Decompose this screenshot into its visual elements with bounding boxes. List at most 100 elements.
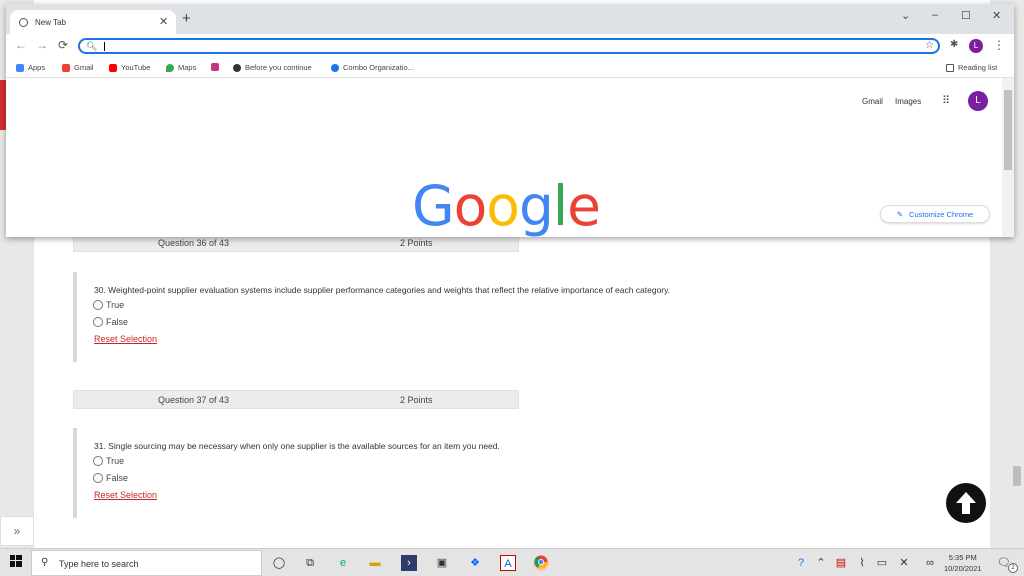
profile-avatar[interactable]: L bbox=[969, 39, 983, 53]
logo-letter: o bbox=[453, 174, 488, 237]
customize-chrome-label: Customize Chrome bbox=[909, 209, 974, 219]
terminal-icon[interactable]: › bbox=[401, 555, 417, 571]
tray-chevron-up-icon[interactable]: ⌃ bbox=[813, 555, 829, 571]
new-tab-icon[interactable]: + bbox=[182, 10, 191, 27]
radio-button[interactable] bbox=[93, 300, 103, 310]
option-false[interactable]: False bbox=[93, 317, 128, 327]
windows-taskbar: ⚲ Type here to search ◯ ⧉ e ▬ › ▣ ❖ A ? … bbox=[0, 548, 1024, 576]
scroll-to-top-button[interactable] bbox=[946, 483, 986, 523]
bookmark-maps[interactable]: Maps bbox=[166, 63, 196, 72]
option-true[interactable]: True bbox=[93, 456, 124, 466]
chrome-window: New Tab ✕ + ⌄ – ☐ ✕ ← → ⟳ 🔍︎ ☆ ✱ L ⋮ App… bbox=[6, 4, 1014, 237]
search-placeholder: Type here to search bbox=[59, 559, 139, 569]
tab-search-chevron-icon[interactable]: ⌄ bbox=[901, 9, 910, 22]
option-label: True bbox=[106, 456, 125, 466]
wifi-icon[interactable]: ⌇ bbox=[854, 555, 870, 571]
gmail-link[interactable]: Gmail bbox=[862, 97, 883, 106]
search-q-icon bbox=[331, 63, 339, 72]
logo-letter: l bbox=[552, 174, 568, 237]
radio-button[interactable] bbox=[93, 473, 103, 483]
logo-letter: e bbox=[567, 174, 601, 237]
question-30-block: 30. Weighted-point supplier evaluation s… bbox=[73, 272, 673, 362]
bookmark-before-you-continue[interactable]: Before you continue bbox=[233, 63, 312, 72]
reading-list-icon bbox=[946, 63, 954, 72]
tray-app-icon[interactable]: ▤ bbox=[833, 555, 849, 571]
bookmarks-bar: Apps Gmail YouTube Maps Before you conti… bbox=[6, 58, 1014, 78]
reading-list-button[interactable]: Reading list bbox=[946, 63, 997, 72]
google-apps-icon[interactable]: ⠿ bbox=[942, 94, 950, 107]
maximize-icon[interactable]: ☐ bbox=[961, 9, 971, 22]
new-tab-scrollbar[interactable] bbox=[1002, 78, 1014, 237]
radio-button[interactable] bbox=[93, 456, 103, 466]
taskbar-clock[interactable]: 5:35 PM 10/20/2021 bbox=[944, 552, 982, 574]
images-link[interactable]: Images bbox=[895, 97, 921, 106]
address-bar[interactable]: 🔍︎ ☆ bbox=[78, 38, 940, 54]
bookmark-youtube[interactable]: YouTube bbox=[109, 63, 150, 72]
tab-close-icon[interactable]: ✕ bbox=[159, 15, 168, 28]
option-label: False bbox=[106, 473, 129, 483]
google-account-avatar[interactable]: L bbox=[968, 91, 988, 111]
search-icon: 🔍︎ bbox=[86, 41, 98, 51]
browser-toolbar: ← → ⟳ 🔍︎ ☆ ✱ L ⋮ bbox=[6, 34, 1014, 58]
option-true[interactable]: True bbox=[93, 300, 124, 310]
forward-icon[interactable]: → bbox=[36, 38, 48, 52]
bookmark-label: Before you continue bbox=[245, 63, 312, 72]
adobe-icon[interactable]: A bbox=[500, 555, 516, 571]
apps-grid-icon bbox=[16, 63, 24, 72]
store-icon[interactable]: ▣ bbox=[434, 555, 450, 571]
bookmark-apps[interactable]: Apps bbox=[16, 63, 45, 72]
minimize-icon[interactable]: – bbox=[932, 9, 938, 21]
windows-start-icon[interactable] bbox=[8, 555, 24, 571]
question-31-text: 31. Single sourcing may be necessary whe… bbox=[94, 441, 500, 451]
taskbar-search-input[interactable]: ⚲ Type here to search bbox=[31, 550, 262, 576]
reset-selection-link[interactable]: Reset Selection bbox=[94, 334, 157, 344]
question-number: Question 37 of 43 bbox=[158, 395, 230, 405]
question-number: Question 36 of 43 bbox=[158, 238, 230, 248]
edge-icon[interactable]: e bbox=[335, 555, 351, 571]
page-scrollbar-thumb[interactable] bbox=[1013, 466, 1021, 486]
reset-selection-link[interactable]: Reset Selection bbox=[94, 490, 157, 500]
bookmark-label: Maps bbox=[178, 63, 197, 72]
chrome-taskbar-icon[interactable] bbox=[533, 555, 549, 571]
reading-list-label: Reading list bbox=[958, 63, 998, 72]
customize-chrome-button[interactable]: ✎ Customize Chrome bbox=[880, 205, 990, 223]
bookmark-gmail[interactable]: Gmail bbox=[62, 63, 94, 72]
logo-letter: g bbox=[518, 174, 554, 237]
scrollbar-thumb[interactable] bbox=[1004, 90, 1012, 170]
tab-new-tab[interactable]: New Tab ✕ bbox=[10, 10, 176, 34]
back-icon[interactable]: ← bbox=[15, 38, 27, 52]
tab-strip: New Tab ✕ + ⌄ – ☐ ✕ bbox=[6, 4, 1014, 34]
option-false[interactable]: False bbox=[93, 473, 128, 483]
option-label: True bbox=[106, 300, 125, 310]
expand-sidebar-button[interactable]: » bbox=[0, 516, 34, 546]
bookmark-instagram[interactable] bbox=[211, 63, 223, 71]
logo-letter: o bbox=[486, 174, 520, 237]
dropbox-icon[interactable]: ❖ bbox=[467, 555, 483, 571]
clock-date: 10/20/2021 bbox=[944, 564, 982, 573]
bookmark-label: YouTube bbox=[121, 63, 151, 72]
bookmark-label: Apps bbox=[28, 63, 46, 72]
cortana-icon[interactable]: ◯ bbox=[271, 555, 287, 571]
chrome-favicon-icon bbox=[19, 18, 28, 27]
clock-time: 5:35 PM bbox=[948, 553, 977, 562]
tab-title: New Tab bbox=[35, 18, 66, 27]
google-logo: Google bbox=[412, 179, 601, 234]
bookmark-combo-organization[interactable]: Combo Organizatio... bbox=[331, 63, 414, 72]
close-window-icon[interactable]: ✕ bbox=[992, 9, 1001, 22]
volume-muted-icon[interactable]: ✕ bbox=[896, 555, 912, 571]
extensions-puzzle-icon[interactable]: ✱ bbox=[950, 39, 958, 50]
instagram-icon bbox=[211, 63, 219, 71]
question-30-text: 30. Weighted-point supplier evaluation s… bbox=[94, 285, 671, 295]
text-caret bbox=[104, 42, 105, 51]
menu-kebab-icon[interactable]: ⋮ bbox=[993, 38, 1005, 52]
reload-icon[interactable]: ⟳ bbox=[58, 38, 68, 52]
network-icon[interactable]: ∞ bbox=[922, 555, 938, 571]
bookmark-star-icon[interactable]: ☆ bbox=[925, 40, 934, 51]
search-icon: ⚲ bbox=[41, 557, 49, 568]
radio-button[interactable] bbox=[93, 317, 103, 327]
task-view-icon[interactable]: ⧉ bbox=[302, 555, 318, 571]
battery-icon[interactable]: ▭ bbox=[874, 555, 890, 571]
file-explorer-icon[interactable]: ▬ bbox=[367, 555, 383, 571]
new-tab-page: Gmail Images ⠿ L Google ✎ Customize Chro… bbox=[6, 78, 1002, 237]
help-icon[interactable]: ? bbox=[793, 555, 809, 571]
